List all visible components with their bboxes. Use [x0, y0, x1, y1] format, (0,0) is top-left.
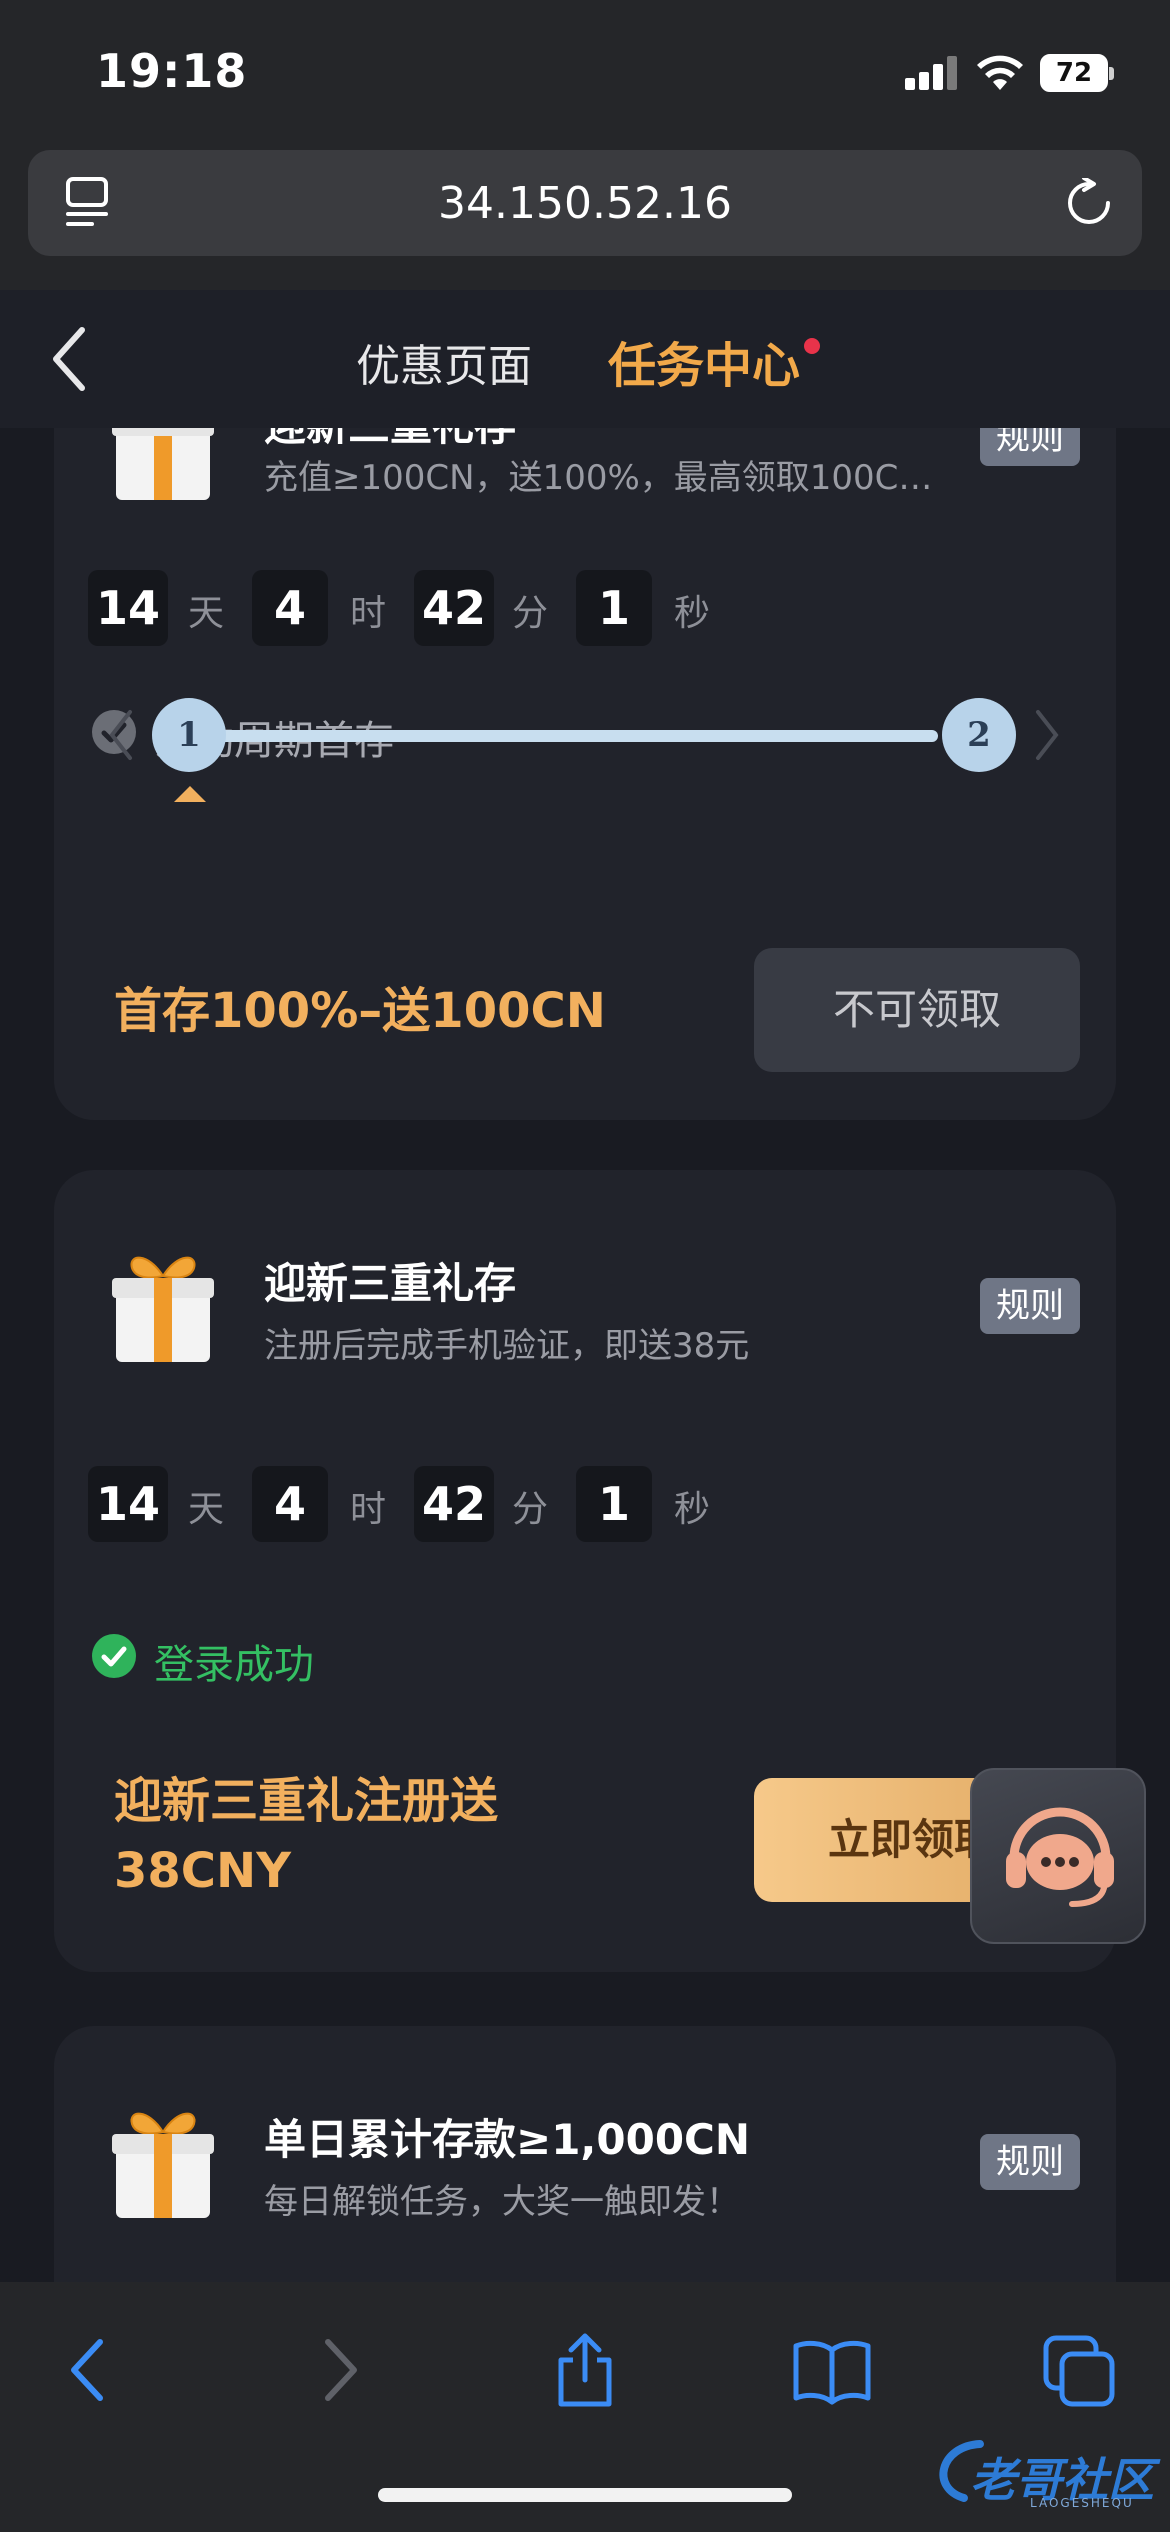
countdown-hours: 4 [252, 570, 328, 646]
chevron-right-icon[interactable] [1032, 708, 1062, 762]
url-text: 34.150.52.16 [438, 178, 732, 229]
battery-icon: 72 [1040, 54, 1114, 92]
watermark-subtext: LAOGESHEQU [1030, 2496, 1134, 2510]
page-header: 优惠页面 任务中心 [0, 290, 1170, 428]
countdown-days: 14 [88, 1466, 169, 1542]
current-step-marker [174, 786, 206, 802]
address-bar[interactable]: 34.150.52.16 [28, 150, 1142, 256]
countdown-seconds-unit: 秒 [674, 593, 711, 634]
progress-track [178, 730, 938, 742]
home-indicator [378, 2488, 792, 2502]
forward-icon[interactable] [300, 2330, 380, 2410]
bookmarks-icon[interactable] [792, 2330, 872, 2410]
gift-icon [110, 1246, 216, 1366]
rule-button[interactable]: 规则 [980, 1278, 1080, 1334]
card-subtitle: 注册后完成手机验证，即送38元 [264, 1326, 750, 1366]
countdown-hours: 4 [252, 1466, 328, 1542]
cellular-signal-icon [905, 56, 959, 90]
card-title: 迎新三重礼存 [264, 1259, 517, 1308]
countdown-seconds: 1 [576, 1466, 652, 1542]
countdown-seconds-unit: 秒 [674, 1489, 711, 1530]
countdown-minutes: 42 [414, 570, 495, 646]
watermark-logo: 老哥社区 LAOGESHEQU [930, 2432, 1160, 2512]
share-icon[interactable] [545, 2330, 625, 2410]
reward-text-line1: 迎新三重礼注册送 [114, 1773, 499, 1829]
tab-task-center[interactable]: 任务中心 [608, 326, 800, 396]
status-bar: 19:18 72 [0, 0, 1170, 150]
gift-icon [110, 2102, 216, 2222]
rule-button[interactable]: 规则 [980, 2134, 1080, 2190]
countdown-minutes-unit: 分 [512, 593, 549, 634]
tabs-icon[interactable] [1040, 2330, 1120, 2410]
headset-chat-icon [1006, 1807, 1114, 1907]
progress-stepper: 1 2 [54, 690, 1116, 830]
card-subtitle: 每日解锁任务，大奖一触即发！ [264, 2182, 740, 2222]
countdown-hours-unit: 时 [350, 1489, 387, 1530]
back-icon[interactable] [48, 2330, 128, 2410]
countdown-minutes: 42 [414, 1466, 495, 1542]
reward-text: 首存100%–送100CN [114, 983, 606, 1039]
task-card-register: 迎新三重礼存 注册后完成手机验证，即送38元 规则 14 天 4 时 42 分 … [54, 1170, 1116, 1972]
countdown-days-unit: 天 [188, 593, 225, 634]
wifi-icon [977, 55, 1023, 90]
notification-dot [804, 338, 820, 354]
reload-icon[interactable] [1064, 178, 1114, 228]
status-time: 19:18 [96, 44, 248, 98]
check-circle-icon [92, 1634, 136, 1678]
reward-text-line2: 38CNY [114, 1843, 291, 1899]
countdown-seconds: 1 [576, 570, 652, 646]
countdown-days-unit: 天 [188, 1489, 225, 1530]
card-subtitle: 充值≥100CN，送100%，最高领取100C… [264, 458, 933, 498]
card-title: 单日累计存款≥1,000CN [264, 2115, 751, 2164]
tab-promotions[interactable]: 优惠页面 [356, 330, 532, 394]
back-chevron-icon[interactable] [46, 324, 90, 394]
countdown-hours-unit: 时 [350, 593, 387, 634]
step-node: 1 [152, 698, 226, 772]
customer-support-button[interactable] [970, 1768, 1146, 1944]
condition-text: 登录成功 [154, 1642, 314, 1688]
claim-button-disabled[interactable]: 不可领取 [754, 948, 1080, 1072]
countdown-minutes-unit: 分 [512, 1489, 549, 1530]
browser-address-area: 34.150.52.16 [0, 150, 1170, 290]
chevron-left-icon[interactable] [106, 708, 136, 762]
countdown-days: 14 [88, 570, 169, 646]
step-node: 2 [942, 698, 1016, 772]
